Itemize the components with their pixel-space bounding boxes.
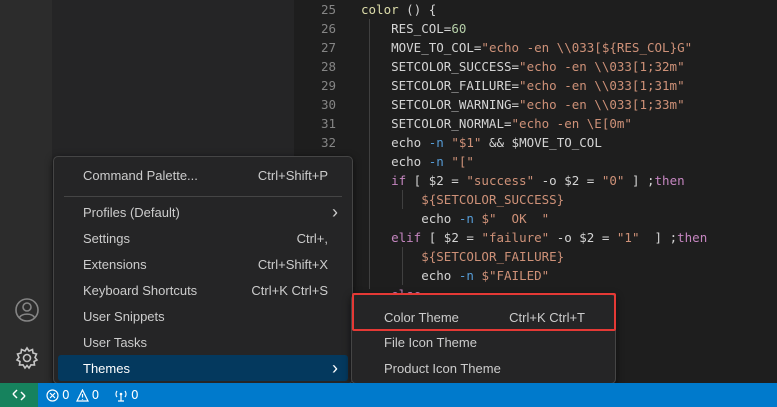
menu-item-extensions[interactable]: Extensions Ctrl+Shift+X: [58, 251, 348, 277]
gear-icon[interactable]: [14, 345, 40, 371]
account-icon[interactable]: [14, 297, 40, 323]
menu-item-label: Keyboard Shortcuts: [83, 282, 198, 298]
code-text: echo -n "[": [361, 154, 474, 169]
menu-item-keybinding: Ctrl+Shift+P: [257, 167, 328, 183]
menu-item-label: Themes: [83, 360, 130, 376]
code-text: echo -n $"FAILED": [361, 268, 550, 283]
problems-indicator[interactable]: 0 0: [46, 383, 99, 407]
menu-item-keybinding: Ctrl+,: [296, 230, 328, 246]
menu-item-command-palette[interactable]: Command Palette... Ctrl+Shift+P: [58, 162, 348, 188]
chevron-right-icon: ›: [332, 201, 338, 222]
remote-indicator[interactable]: [0, 383, 38, 407]
code-text: SETCOLOR_WARNING="echo -en \\033[1;33m": [361, 97, 685, 112]
highlight-annotation: [352, 293, 616, 331]
code-text: RES_COL=60: [361, 21, 467, 36]
code-text: echo -n $" OK ": [361, 211, 550, 226]
ports-indicator[interactable]: 0: [114, 383, 139, 407]
menu-item-label: Extensions: [83, 256, 147, 272]
menu-item-product-icon-theme[interactable]: Product Icon Theme: [356, 355, 611, 381]
menu-item-themes[interactable]: Themes ›: [58, 355, 348, 381]
code-text: SETCOLOR_NORMAL="echo -en \E[0m": [361, 116, 632, 131]
code-text: MOVE_TO_COL="echo -en \\033[${RES_COL}G": [361, 40, 693, 55]
line-number: 28: [320, 59, 336, 74]
menu-item-label: Command Palette...: [83, 167, 198, 183]
code-text: echo -n "$1" && $MOVE_TO_COL: [361, 135, 602, 150]
menu-item-label: Profiles (Default): [83, 204, 180, 220]
warning-count: 0: [91, 388, 100, 402]
code-text: ${SETCOLOR_SUCCESS}: [421, 192, 565, 207]
line-number: 30: [320, 97, 336, 112]
menu-item-file-icon-theme[interactable]: File Icon Theme: [356, 329, 611, 355]
menu-item-label: User Tasks: [83, 334, 148, 350]
line-number: 32: [320, 135, 336, 150]
menu-item-label: File Icon Theme: [384, 334, 477, 350]
activity-bar: [0, 0, 52, 383]
ports-count: 0: [131, 388, 139, 402]
status-bar: 0 0 0: [0, 383, 777, 407]
menu-separator: [64, 196, 342, 197]
menu-item-label: Product Icon Theme: [384, 360, 501, 376]
line-number: 27: [320, 40, 336, 55]
line-number: 25: [320, 2, 336, 17]
chevron-right-icon: ›: [332, 357, 338, 378]
code-text: SETCOLOR_FAILURE="echo -en \\033[1;31m": [361, 78, 685, 93]
code-text: color () {: [361, 2, 437, 17]
menu-item-settings[interactable]: Settings Ctrl+,: [58, 225, 348, 251]
code-text: if [ $2 = "success" -o $2 = "0" ] ;then: [361, 173, 685, 188]
remote-icon: [12, 389, 26, 401]
line-number: 31: [320, 116, 336, 131]
menu-item-label: Settings: [83, 230, 130, 246]
menu-item-keybinding: Ctrl+K Ctrl+S: [251, 282, 328, 298]
menu-item-keyboard-shortcuts[interactable]: Keyboard Shortcuts Ctrl+K Ctrl+S: [58, 277, 348, 303]
menu-item-profiles[interactable]: Profiles (Default) ›: [58, 199, 348, 225]
code-text: ${SETCOLOR_FAILURE}: [421, 249, 565, 264]
menu-item-user-tasks[interactable]: User Tasks: [58, 329, 348, 355]
menu-item-label: User Snippets: [83, 308, 165, 324]
menu-item-user-snippets[interactable]: User Snippets: [58, 303, 348, 329]
error-count: 0: [62, 388, 70, 402]
manage-menu: Command Palette... Ctrl+Shift+P Profiles…: [53, 156, 353, 384]
warning-icon: [75, 388, 89, 402]
line-number: 29: [320, 78, 336, 93]
error-icon: [46, 388, 59, 402]
menu-item-keybinding: Ctrl+Shift+X: [257, 256, 328, 272]
line-number: 26: [320, 21, 336, 36]
code-text: elif [ $2 = "failure" -o $2 = "1" ] ;the…: [361, 230, 708, 245]
ports-icon: [115, 390, 127, 402]
code-text: SETCOLOR_SUCCESS="echo -en \\033[1;32m": [361, 59, 685, 74]
